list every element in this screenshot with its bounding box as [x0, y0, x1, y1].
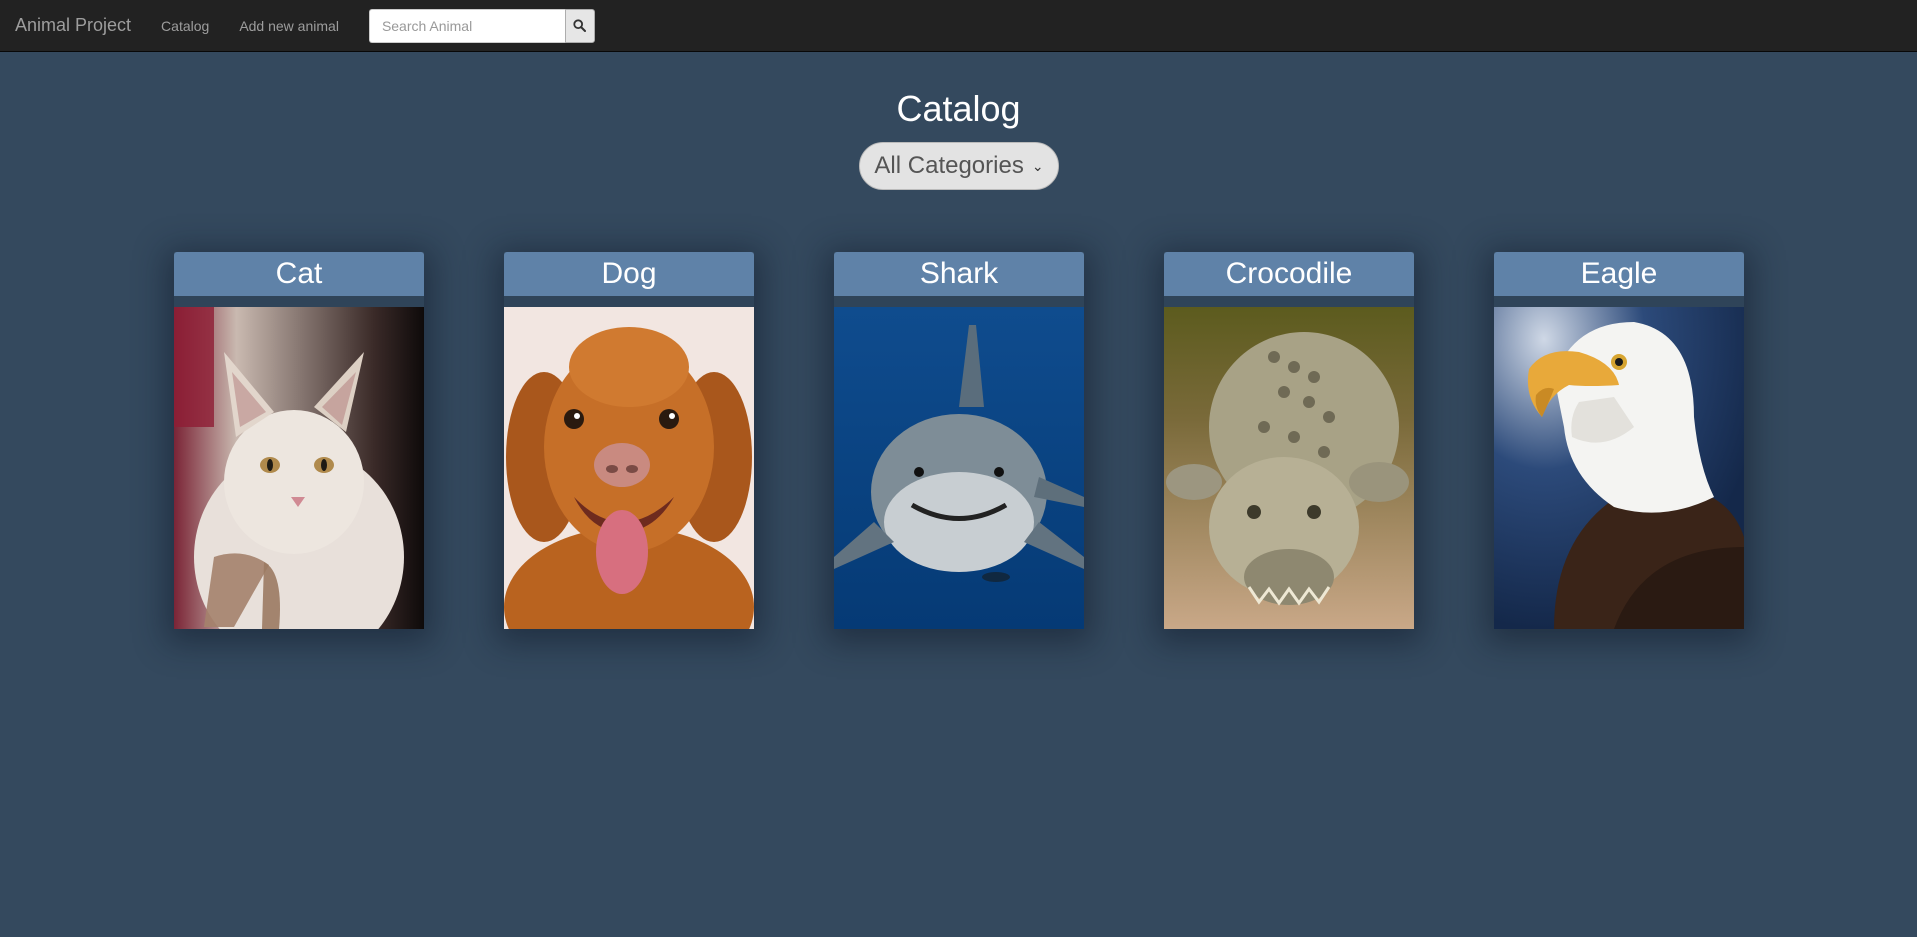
chevron-down-icon: ⌄	[1031, 157, 1044, 174]
crocodile-image	[1164, 307, 1414, 629]
animal-card-cat[interactable]: Cat	[174, 252, 424, 629]
page-title: Catalog	[896, 88, 1021, 129]
category-select[interactable]: All Categories ⌄	[859, 142, 1059, 190]
dog-image	[504, 307, 754, 629]
animal-card-shark[interactable]: Shark	[834, 252, 1084, 629]
search-form	[368, 8, 595, 43]
search-input[interactable]	[368, 8, 565, 43]
nav-link-add-animal[interactable]: Add new animal	[239, 18, 339, 34]
card-title: Eagle	[1494, 252, 1744, 296]
card-title: Cat	[174, 252, 424, 296]
card-divider	[834, 296, 1084, 307]
category-select-value: All Categories	[874, 152, 1024, 179]
card-divider	[504, 296, 754, 307]
animal-card-eagle[interactable]: Eagle	[1494, 252, 1744, 629]
search-icon	[573, 19, 587, 32]
search-button[interactable]	[564, 8, 595, 43]
card-divider	[174, 296, 424, 307]
shark-image	[834, 307, 1084, 629]
card-divider	[1164, 296, 1414, 307]
card-title: Crocodile	[1164, 252, 1414, 296]
brand-link[interactable]: Animal Project	[15, 15, 131, 36]
nav-link-catalog[interactable]: Catalog	[161, 18, 209, 34]
navbar: Animal Project Catalog Add new animal	[0, 0, 1917, 52]
animal-card-crocodile[interactable]: Crocodile	[1164, 252, 1414, 629]
animal-card-dog[interactable]: Dog	[504, 252, 754, 629]
card-title: Dog	[504, 252, 754, 296]
card-divider	[1494, 296, 1744, 307]
cat-image	[174, 307, 424, 629]
card-title: Shark	[834, 252, 1084, 296]
eagle-image	[1494, 307, 1744, 629]
